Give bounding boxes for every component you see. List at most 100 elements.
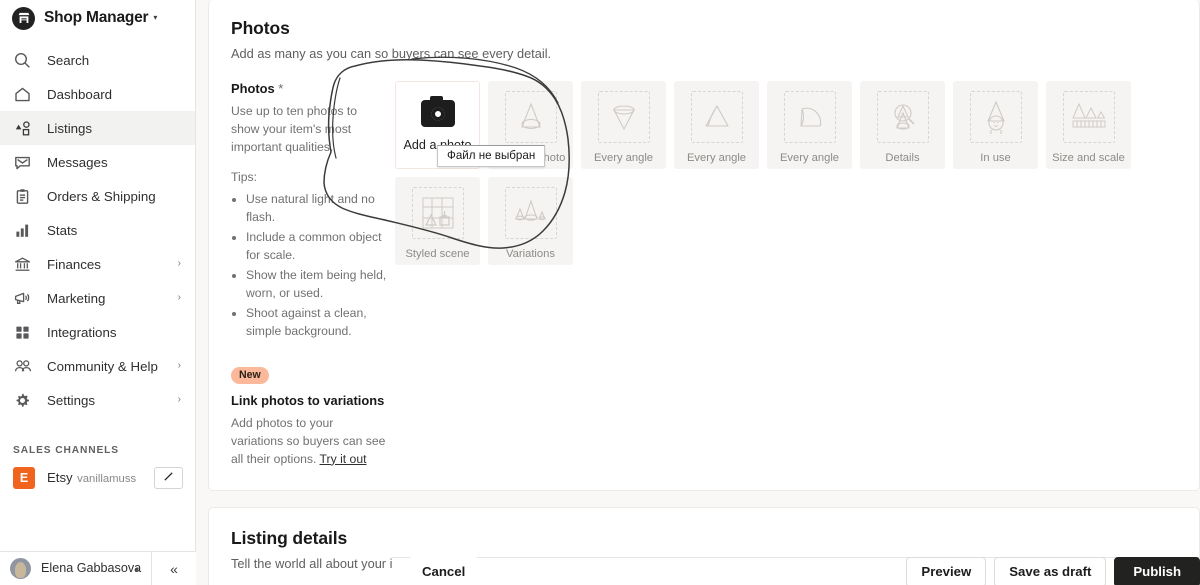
envelope-icon [13, 153, 32, 172]
gear-icon [13, 391, 32, 410]
app-root: Shop Manager ▾ Search Dashboard Listings… [0, 0, 1200, 585]
sales-channels-heading: SALES CHANNELS [13, 445, 119, 456]
shop-manager-logo-icon [12, 6, 35, 30]
clipboard-icon [13, 187, 32, 206]
sidebar-item-label: Messages [47, 154, 108, 170]
sidebar-item-community-help[interactable]: Community & Help › [0, 349, 195, 383]
variations-placeholder-icon [504, 187, 557, 239]
people-icon [13, 357, 32, 376]
photos-card: Photos Add as many as you can so buyers … [208, 0, 1200, 491]
chevron-right-icon: › [177, 292, 181, 303]
grid-icon [13, 323, 32, 342]
sidebar-item-label: Listings [47, 120, 93, 136]
photo-placeholder-tile[interactable]: Size and scale [1046, 81, 1131, 169]
sidebar-nav: Search Dashboard Listings Messages Order… [0, 43, 195, 417]
sidebar-item-marketing[interactable]: Marketing › [0, 281, 195, 315]
status-badge: New [231, 366, 269, 384]
listing-details-title: Listing details [231, 527, 348, 548]
list-item: Show the item being held, worn, or used. [246, 266, 387, 302]
listings-icon [13, 119, 32, 138]
photos-field-label-text: Photos [231, 81, 275, 96]
sidebar-item-finances[interactable]: Finances › [0, 247, 195, 281]
sales-channel-text: Etsy vanillamuss [47, 469, 136, 487]
tile-caption: In use [980, 152, 1011, 164]
cone-in-use-placeholder-icon [969, 91, 1022, 143]
save-as-draft-button[interactable]: Save as draft [994, 556, 1107, 585]
sidebar-item-search[interactable]: Search [0, 43, 195, 77]
chevron-down-icon: ▾ [153, 13, 158, 22]
variations-help: Add photos to your variations so buyers … [231, 414, 387, 468]
list-item: Shoot against a clean, simple background… [246, 304, 387, 340]
sales-channel-name: Etsy [47, 470, 73, 485]
tile-caption: Every angle [686, 152, 747, 164]
sidebar-item-label: Integrations [47, 324, 117, 340]
main-content: Photos Add as many as you can so buyers … [196, 0, 1200, 585]
collapse-sidebar-button[interactable]: « [152, 552, 196, 585]
cancel-button[interactable]: Cancel [408, 556, 480, 585]
search-icon [13, 51, 32, 70]
camera-icon [420, 96, 455, 127]
tips-list: Use natural light and no flash. Include … [231, 190, 387, 340]
list-item: Include a common object for scale. [246, 228, 387, 264]
photo-placeholder-tile[interactable]: Every angle [581, 81, 666, 169]
photo-placeholder-tile[interactable]: Every angle [674, 81, 759, 169]
sidebar-item-label: Search [47, 52, 90, 68]
photo-placeholder-tile[interactable]: Variations [488, 177, 573, 265]
styled-scene-placeholder-icon [411, 187, 464, 239]
megaphone-icon [13, 289, 32, 308]
tile-caption: Styled scene [405, 248, 470, 260]
photo-tiles-wrapper: Add a photo Primary photo [395, 81, 1177, 468]
sidebar-item-dashboard[interactable]: Dashboard [0, 77, 195, 111]
try-it-out-link[interactable]: Try it out [320, 452, 367, 466]
user-name: Elena Gabbasova [41, 561, 142, 576]
sidebar-item-label: Finances [47, 256, 101, 272]
sidebar-item-integrations[interactable]: Integrations [0, 315, 195, 349]
cone-tilted-placeholder-icon [783, 91, 836, 143]
shop-manager-brand[interactable]: Shop Manager ▾ [0, 1, 195, 35]
pencil-icon [163, 469, 174, 487]
user-menu[interactable]: Elena Gabbasova ▴ [0, 552, 152, 585]
publish-button[interactable]: Publish [1114, 556, 1200, 585]
chevron-up-icon: ▴ [134, 563, 139, 573]
sidebar-item-listings[interactable]: Listings [0, 111, 195, 145]
brand-title: Shop Manager [44, 9, 149, 26]
tile-caption: Every angle [779, 152, 840, 164]
edit-shop-button[interactable] [154, 467, 183, 489]
preview-button[interactable]: Preview [906, 556, 987, 585]
photo-placeholder-tile[interactable]: Styled scene [395, 177, 480, 265]
sidebar-item-label: Community & Help [47, 358, 158, 374]
etsy-badge-icon: E [13, 467, 35, 489]
photo-tiles: Add a photo Primary photo [395, 81, 1177, 265]
action-bar: Cancel Preview Save as draft Publish [392, 556, 1200, 585]
sidebar-item-label: Settings [47, 392, 96, 408]
photo-placeholder-tile[interactable]: In use [953, 81, 1038, 169]
cone-top-view-placeholder-icon [597, 91, 650, 143]
tile-caption: Details [885, 152, 920, 164]
tile-caption: Variations [506, 248, 555, 260]
sidebar-item-settings[interactable]: Settings › [0, 383, 195, 417]
collapse-left-icon: « [170, 560, 178, 577]
sidebar: Shop Manager ▾ Search Dashboard Listings… [0, 0, 196, 585]
tile-caption: Size and scale [1052, 152, 1125, 164]
photo-placeholder-tile[interactable]: Details [860, 81, 945, 169]
variations-heading: Link photos to variations [231, 392, 385, 408]
sales-channel-shop: vanillamuss [77, 473, 137, 485]
sidebar-item-label: Orders & Shipping [47, 188, 156, 204]
tips-label: Tips: [231, 170, 257, 185]
sidebar-item-orders-shipping[interactable]: Orders & Shipping [0, 179, 195, 213]
chevron-right-icon: › [177, 258, 181, 269]
sidebar-item-messages[interactable]: Messages [0, 145, 195, 179]
photos-body: Photos * Use up to ten photos to show yo… [231, 81, 1177, 468]
home-icon [13, 85, 32, 104]
photo-placeholder-tile[interactable]: Every angle [767, 81, 852, 169]
required-mark: * [278, 81, 284, 96]
page-title: Photos [231, 18, 290, 38]
photos-help-column: Photos * Use up to ten photos to show yo… [231, 81, 395, 468]
photos-subtitle: Add as many as you can so buyers can see… [231, 46, 552, 61]
sales-channel-etsy[interactable]: E Etsy vanillamuss [0, 467, 195, 489]
bar-chart-icon [13, 221, 32, 240]
cone-photo-placeholder-icon [504, 91, 557, 143]
sidebar-item-stats[interactable]: Stats [0, 213, 195, 247]
magnifier-detail-placeholder-icon [876, 91, 929, 143]
sidebar-footer: Elena Gabbasova ▴ « [0, 551, 196, 585]
